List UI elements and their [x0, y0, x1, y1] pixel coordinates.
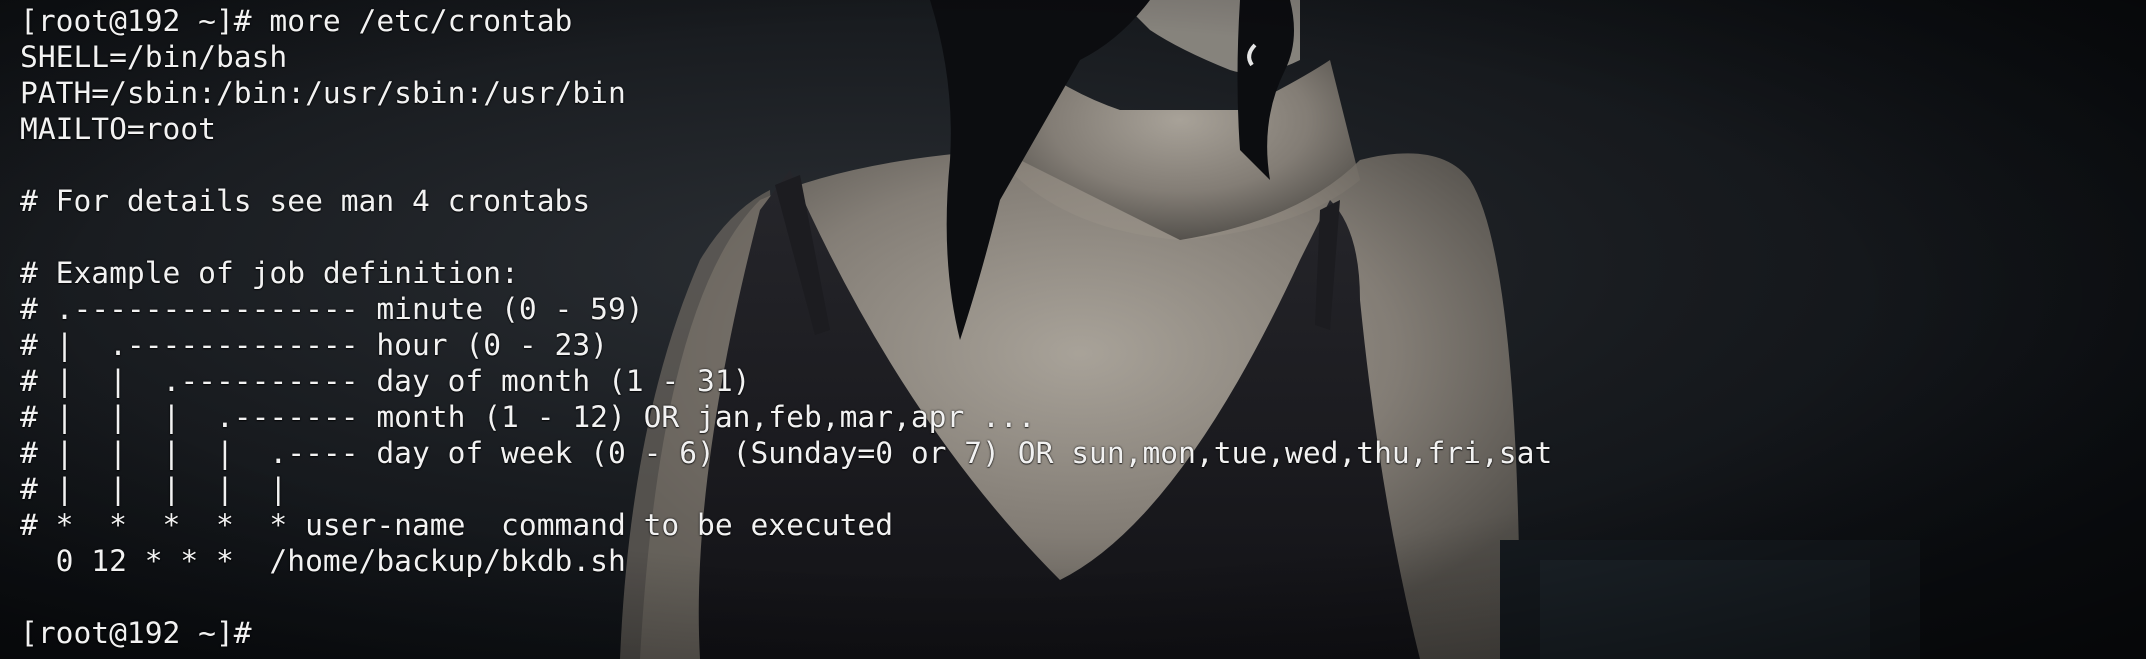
- terminal-line: [root@192 ~]# more /etc/crontab: [20, 4, 573, 38]
- terminal-line: # | | .---------- day of month (1 - 31): [20, 364, 751, 398]
- terminal-line: 0 12 * * * /home/backup/bkdb.sh: [20, 544, 626, 578]
- terminal-output[interactable]: [root@192 ~]# more /etc/crontab SHELL=/bi…: [20, 3, 1552, 651]
- terminal-line: # | | | | .---- day of week (0 - 6) (Sun…: [20, 436, 1553, 470]
- terminal-line: PATH=/sbin:/bin:/usr/sbin:/usr/bin: [20, 76, 626, 110]
- terminal-line: # * * * * * user-name command to be exec…: [20, 508, 894, 542]
- terminal-line: # | | | | |: [20, 472, 288, 506]
- terminal-line: # .---------------- minute (0 - 59): [20, 292, 644, 326]
- terminal-line: SHELL=/bin/bash: [20, 40, 288, 74]
- terminal-line: # | .------------- hour (0 - 23): [20, 328, 608, 362]
- terminal-line: # | | | .------- month (1 - 12) OR jan,f…: [20, 400, 1036, 434]
- terminal-line: MAILTO=root: [20, 112, 216, 146]
- terminal-line: # For details see man 4 crontabs: [20, 184, 591, 218]
- terminal-line: # Example of job definition:: [20, 256, 519, 290]
- terminal-window[interactable]: [root@192 ~]# more /etc/crontab SHELL=/bi…: [0, 0, 2146, 659]
- terminal-prompt[interactable]: [root@192 ~]#: [20, 615, 1552, 651]
